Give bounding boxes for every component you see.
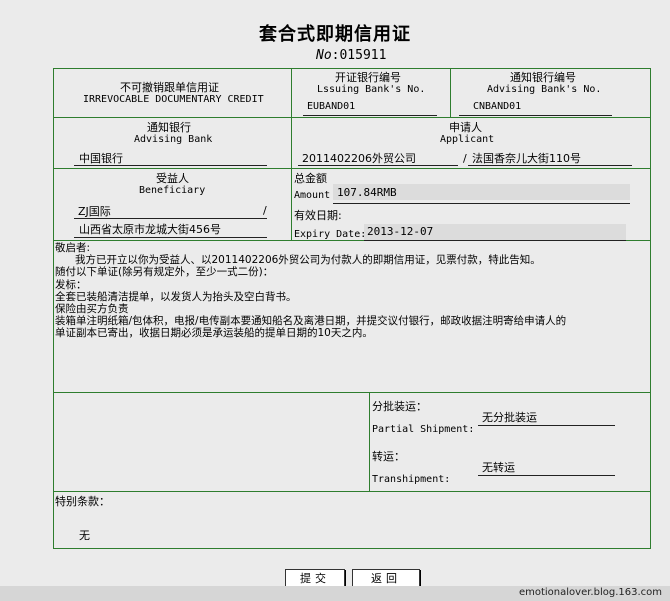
transhipment-value: 无转运	[482, 461, 515, 474]
amount-label: 总金额	[294, 172, 327, 185]
transhipment-label: 转运：	[372, 450, 405, 463]
field-underline	[478, 475, 615, 476]
footer-bar: emotionalover.blog.163.com	[0, 586, 670, 601]
divider	[369, 392, 370, 491]
divider	[450, 68, 451, 117]
beneficiary-name: ZJ国际	[78, 205, 111, 218]
greeting: 敬启者:	[55, 242, 91, 254]
divider	[53, 392, 651, 393]
credit-type-label: 不可撤销跟单信用证	[120, 81, 219, 94]
advising-no-label-en: Advising Bank's No.	[487, 84, 602, 95]
field-underline	[298, 165, 458, 166]
applicant-label: 申请人	[449, 121, 482, 134]
expiry-value: 2013-12-07	[367, 225, 434, 238]
field-underline	[468, 165, 632, 166]
field-underline	[303, 115, 437, 116]
amount-label-en: Amount	[294, 190, 331, 201]
field-underline	[333, 203, 630, 204]
advising-no-label: 通知银行编号	[510, 71, 576, 84]
body-line: 全套已装船清洁提单，以发货人为抬头及空白背书。	[55, 290, 297, 303]
field-underline	[74, 237, 267, 238]
partial-shipment-label: 分批装运：	[372, 400, 427, 413]
divider	[53, 168, 651, 169]
expiry-label: 有效日期:	[294, 209, 342, 222]
body-line: 随付以下单证(除另有规定外，至少一式二份)：	[55, 266, 274, 279]
doc-no-label: No	[316, 48, 332, 63]
expiry-label-en: Expiry Date:	[294, 229, 367, 240]
field-underline	[74, 165, 267, 166]
footer-watermark: emotionalover.blog.163.com	[518, 587, 662, 598]
credit-type-label-en: IRREVOCABLE DOCUMENTARY CREDIT	[83, 94, 264, 105]
page-title: 套合式即期信用证	[259, 24, 411, 45]
field-underline	[459, 115, 612, 116]
advising-bank-label-en: Advising Bank	[134, 134, 213, 145]
issuing-bank-value: EUBAND01	[307, 101, 356, 112]
transhipment-label-en: Transhipment:	[372, 474, 451, 485]
advising-bank-value: 中国银行	[79, 152, 123, 165]
advising-no-value: CNBAND01	[473, 101, 522, 112]
body-line: 保险由买方负责	[55, 303, 129, 316]
advising-bank-label: 通知银行	[147, 121, 191, 134]
applicant-label-en: Applicant	[440, 134, 495, 145]
beneficiary-label-en: Beneficiary	[139, 185, 206, 196]
amount-value: 107.84RMB	[337, 186, 397, 199]
divider	[53, 491, 651, 492]
field-underline	[478, 425, 615, 426]
special-terms-label: 特别条款：	[55, 495, 110, 508]
partial-shipment-value: 无分批装运	[482, 411, 537, 424]
body-line: 单证副本已寄出，收据日期必须是承运装船的提单日期的10天之内。	[55, 327, 373, 340]
beneficiary-address: 山西省太原市龙城大街456号	[79, 223, 221, 236]
partial-shipment-label-en: Partial Shipment:	[372, 424, 475, 435]
issuing-bank-label-en: Lssuing Bank's No.	[317, 84, 426, 95]
document-number: No:015911	[316, 48, 386, 63]
body-line: 我方已开立以你为受益人、以2011402206外贸公司为付款人的即期信用证，见票…	[75, 254, 541, 267]
applicant-name: 2011402206外贸公司	[302, 152, 416, 165]
credit-body: 敬启者: 我方已开立以你为受益人、以2011402206外贸公司为付款人的即期信…	[55, 242, 649, 340]
body-line: 装箱单注明纸箱/包体积，电报/电传副本要通知船名及离港日期，并提交议付银行，邮政…	[55, 315, 567, 328]
divider	[291, 68, 292, 240]
beneficiary-separator: /	[263, 204, 267, 217]
applicant-separator: /	[463, 152, 467, 165]
field-underline	[364, 240, 626, 241]
beneficiary-label: 受益人	[156, 172, 189, 185]
doc-no-value: :015911	[331, 48, 387, 63]
divider	[53, 117, 651, 118]
special-terms-value: 无	[79, 529, 90, 542]
body-line: 发标：	[55, 278, 87, 291]
applicant-address: 法国香奈儿大街110号	[472, 152, 581, 165]
issuing-bank-label: 开证银行编号	[335, 71, 401, 84]
field-underline	[74, 218, 267, 219]
